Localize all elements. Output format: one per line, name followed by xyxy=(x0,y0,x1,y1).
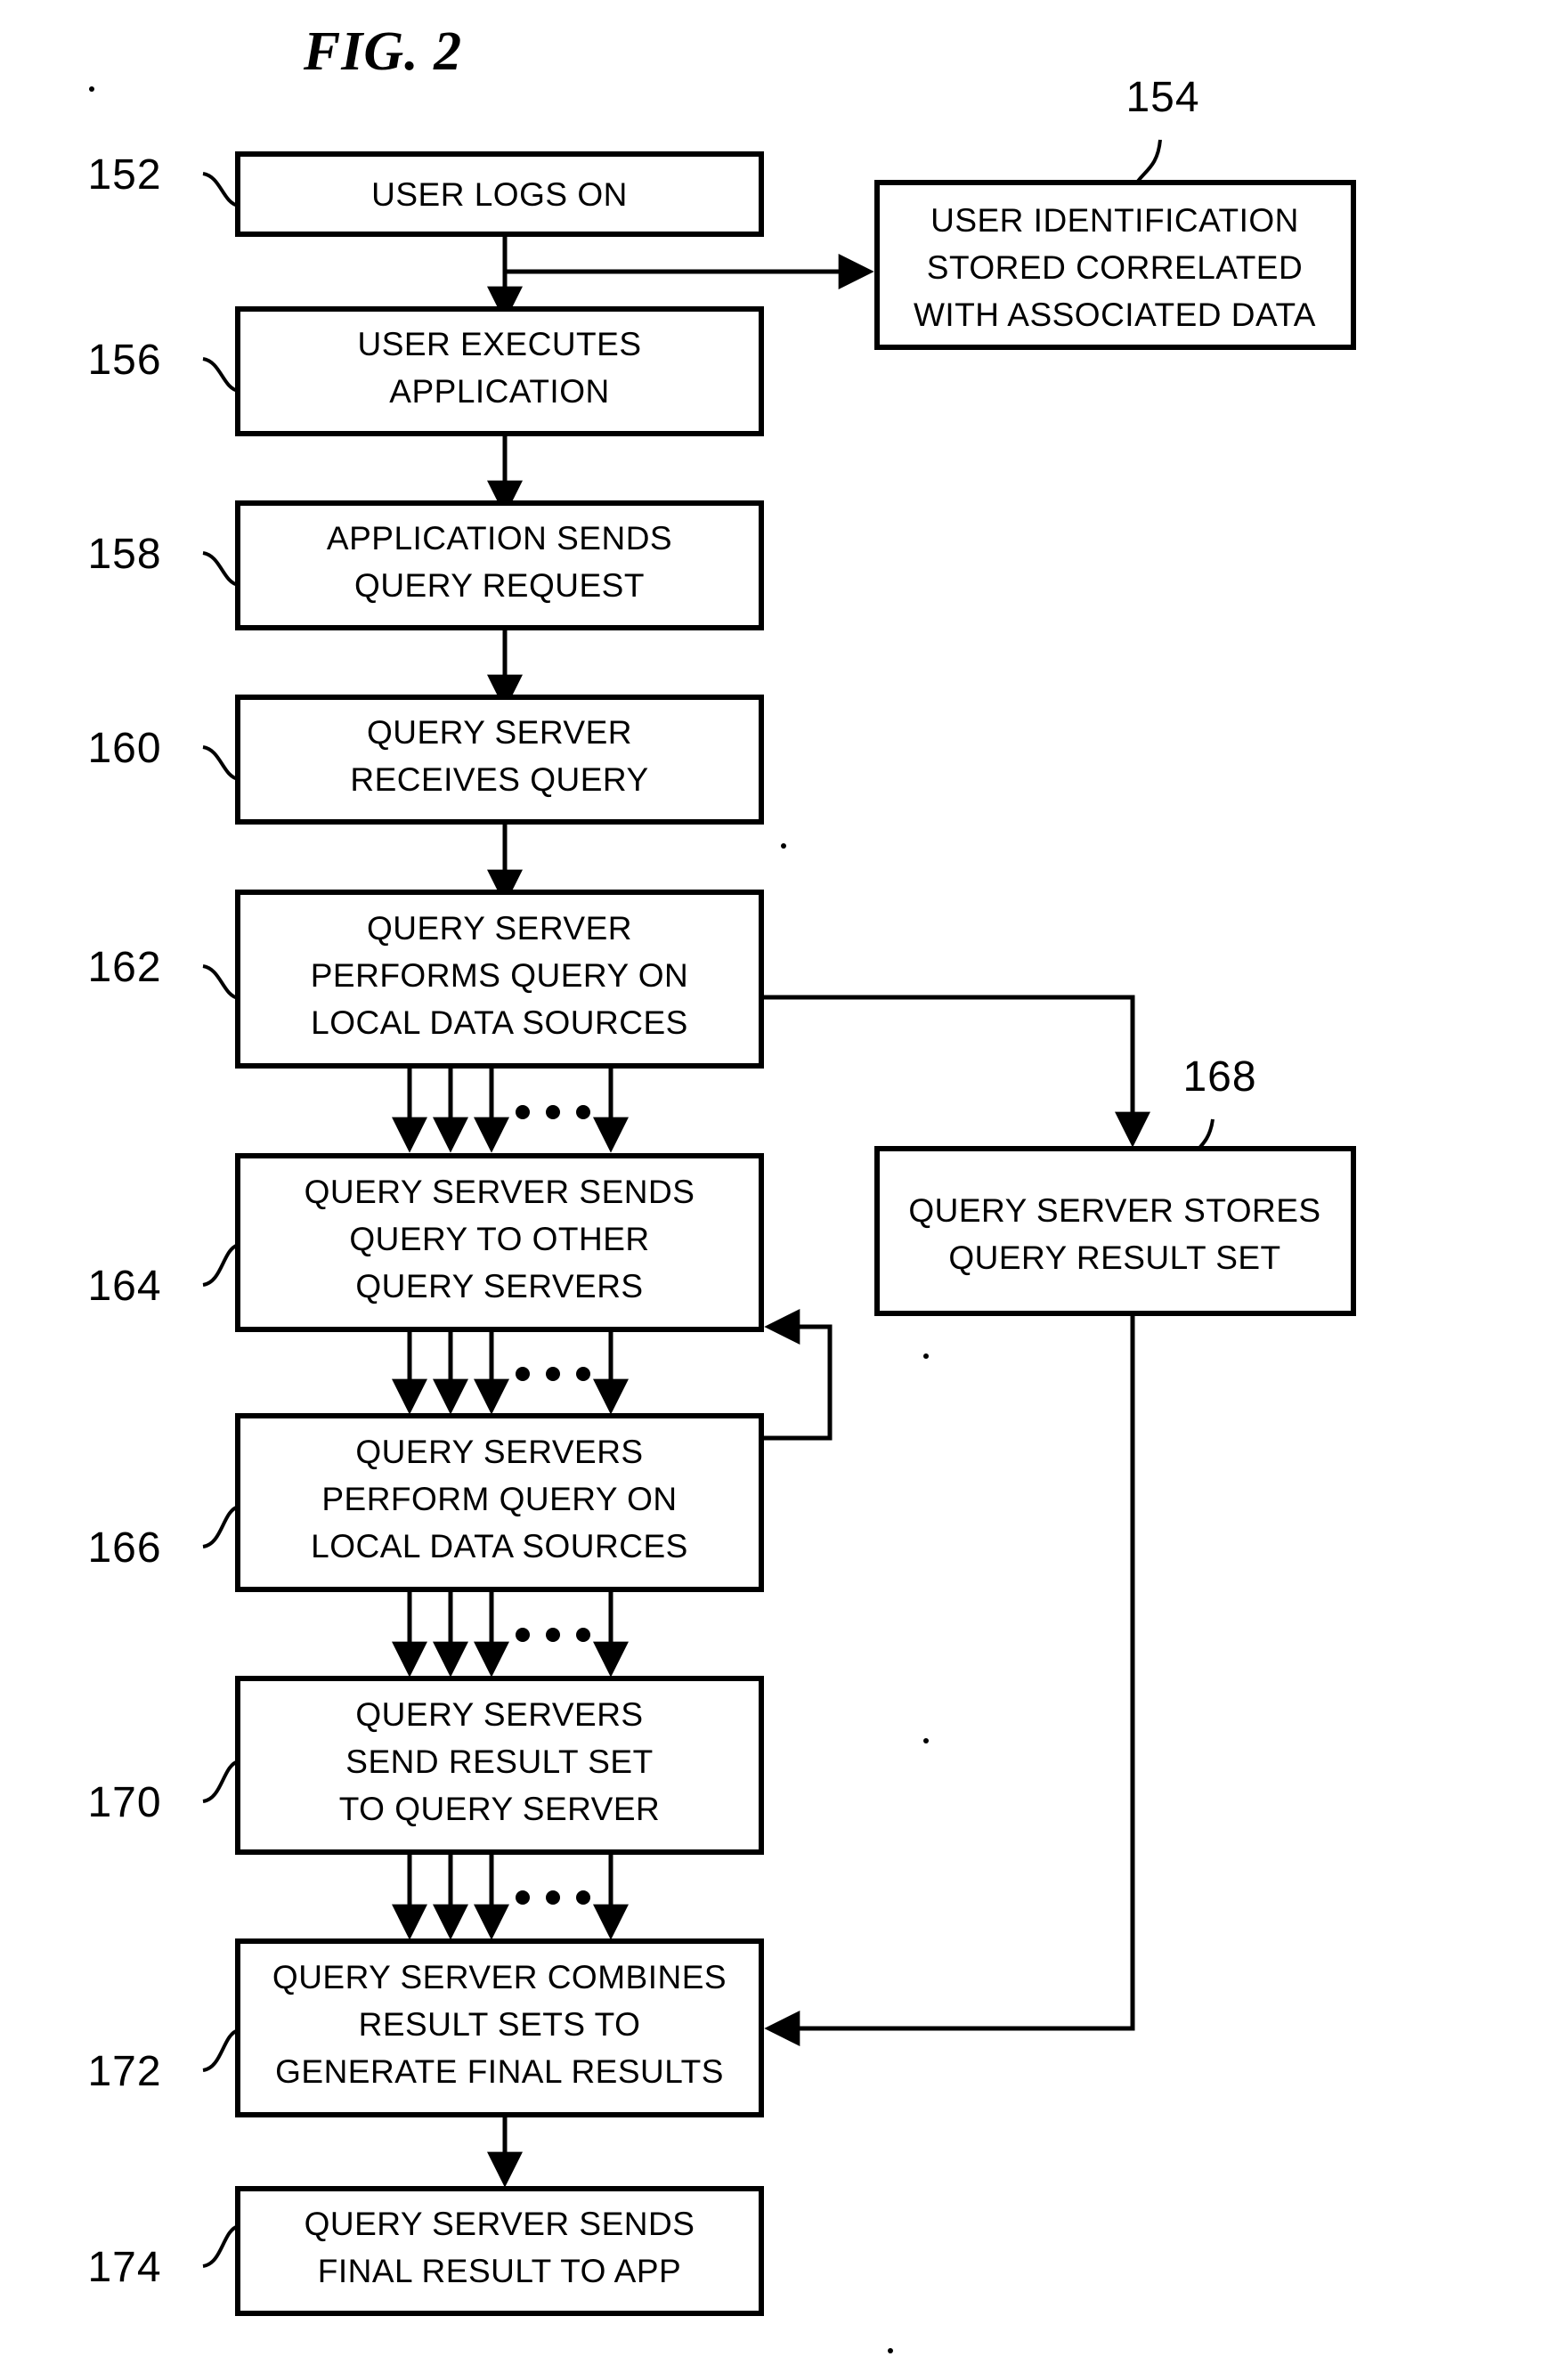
ref-number-172: 172 xyxy=(87,2048,161,2095)
leader-162 xyxy=(202,964,240,1000)
box-166-line-1: QUERY SERVERS xyxy=(355,1434,643,1470)
flow-box-152[interactable]: USER LOGS ON xyxy=(235,151,764,237)
box-160-line-1: QUERY SERVER xyxy=(367,714,632,751)
flow-box-164[interactable]: QUERY SERVER SENDS QUERY TO OTHER QUERY … xyxy=(235,1153,764,1332)
scan-speck xyxy=(781,843,786,849)
ref-number-154: 154 xyxy=(1125,74,1199,121)
multi-arrows-164-to-166 xyxy=(392,1329,629,1415)
flow-box-166[interactable]: QUERY SERVERS PERFORM QUERY ON LOCAL DAT… xyxy=(235,1413,764,1592)
flow-box-160[interactable]: QUERY SERVER RECEIVES QUERY xyxy=(235,695,764,825)
patent-figure-2: FIG. 2 USER LOGS ON 152 USER IDENTIFICAT… xyxy=(0,0,1568,2365)
box-156-line-1: USER EXECUTES xyxy=(357,326,641,362)
leader-172 xyxy=(202,2028,240,2072)
connector-162-to-168 xyxy=(761,995,1150,1148)
flow-box-174[interactable]: QUERY SERVER SENDS FINAL RESULT TO APP xyxy=(235,2186,764,2316)
ref-number-156: 156 xyxy=(87,337,161,384)
box-170-line-1: QUERY SERVERS xyxy=(355,1696,643,1733)
box-158-line-1: APPLICATION SENDS xyxy=(327,520,672,557)
ref-number-166: 166 xyxy=(87,1524,161,1572)
box-160-line-2: RECEIVES QUERY xyxy=(350,761,648,798)
box-168-line-2: QUERY RESULT SET xyxy=(948,1239,1280,1276)
leader-152 xyxy=(202,172,240,207)
box-162-line-2: PERFORMS QUERY ON xyxy=(311,957,688,994)
box-164-line-1: QUERY SERVER SENDS xyxy=(305,1174,695,1210)
ellipsis-dot xyxy=(546,1628,560,1642)
box-168-rect xyxy=(874,1146,1356,1316)
multi-arrows-162-to-164 xyxy=(392,1066,629,1153)
flow-box-154[interactable]: USER IDENTIFICATION STORED CORRELATED WI… xyxy=(874,180,1356,350)
leader-170 xyxy=(202,1760,240,1803)
box-172-line-1: QUERY SERVER COMBINES xyxy=(272,1959,727,1995)
ellipsis-dot xyxy=(516,1367,530,1381)
box-162-line-1: QUERY SERVER xyxy=(367,910,632,947)
box-174-line-1: QUERY SERVER SENDS xyxy=(305,2206,695,2242)
ellipsis-dot xyxy=(516,1890,530,1905)
ellipsis-dot xyxy=(516,1628,530,1642)
leader-156 xyxy=(202,357,240,393)
ref-number-160: 160 xyxy=(87,725,161,772)
box-152-line-1: USER LOGS ON xyxy=(371,176,628,213)
ref-number-152: 152 xyxy=(87,151,161,199)
ref-number-158: 158 xyxy=(87,531,161,578)
ref-number-168: 168 xyxy=(1182,1053,1256,1101)
connector-166-to-164-feedback xyxy=(761,1309,833,1441)
flow-box-168[interactable]: QUERY SERVER STORES QUERY RESULT SET xyxy=(874,1146,1356,1316)
ellipsis-dot xyxy=(576,1628,590,1642)
flow-box-156[interactable]: USER EXECUTES APPLICATION xyxy=(235,306,764,436)
leader-158 xyxy=(202,551,240,587)
scan-speck xyxy=(888,2348,893,2353)
ref-number-162: 162 xyxy=(87,944,161,991)
box-170-line-3: TO QUERY SERVER xyxy=(339,1791,661,1827)
leader-166 xyxy=(202,1505,240,1548)
flow-box-158[interactable]: APPLICATION SENDS QUERY REQUEST xyxy=(235,500,764,630)
flow-box-162[interactable]: QUERY SERVER PERFORMS QUERY ON LOCAL DAT… xyxy=(235,890,764,1069)
flow-box-172[interactable]: QUERY SERVER COMBINES RESULT SETS TO GEN… xyxy=(235,1938,764,2117)
multi-arrows-170-to-172 xyxy=(392,1852,629,1940)
box-164-line-2: QUERY TO OTHER xyxy=(349,1221,649,1257)
box-154-line-2: STORED CORRELATED xyxy=(927,249,1303,286)
leader-174 xyxy=(202,2224,240,2268)
ref-number-174: 174 xyxy=(87,2244,161,2291)
ellipsis-dot xyxy=(576,1105,590,1119)
ellipsis-dot xyxy=(546,1890,560,1905)
box-172-line-2: RESULT SETS TO xyxy=(359,2006,641,2043)
ellipsis-dot xyxy=(546,1105,560,1119)
scan-speck xyxy=(89,86,94,92)
box-166-line-3: LOCAL DATA SOURCES xyxy=(311,1528,688,1564)
scan-speck xyxy=(923,1353,929,1359)
box-162-line-3: LOCAL DATA SOURCES xyxy=(311,1004,688,1041)
box-170-line-2: SEND RESULT SET xyxy=(345,1743,653,1780)
ellipsis-dot xyxy=(576,1367,590,1381)
box-156-line-2: APPLICATION xyxy=(389,373,609,410)
ref-number-164: 164 xyxy=(87,1263,161,1310)
box-172-line-3: GENERATE FINAL RESULTS xyxy=(275,2053,724,2090)
box-154-line-1: USER IDENTIFICATION xyxy=(930,202,1299,239)
ellipsis-dot xyxy=(516,1105,530,1119)
flow-box-170[interactable]: QUERY SERVERS SEND RESULT SET TO QUERY S… xyxy=(235,1676,764,1855)
multi-arrows-166-to-170 xyxy=(392,1589,629,1678)
box-168-line-1: QUERY SERVER STORES xyxy=(908,1192,1320,1229)
ref-number-170: 170 xyxy=(87,1779,161,1826)
ellipsis-dot xyxy=(546,1367,560,1381)
box-154-line-3: WITH ASSOCIATED DATA xyxy=(914,297,1316,333)
leader-160 xyxy=(202,745,240,781)
box-158-line-2: QUERY REQUEST xyxy=(354,567,645,604)
box-174-line-2: FINAL RESULT TO APP xyxy=(318,2253,681,2289)
leader-164 xyxy=(202,1243,240,1287)
flowchart-canvas: FIG. 2 USER LOGS ON 152 USER IDENTIFICAT… xyxy=(87,21,1356,2353)
ellipsis-dot xyxy=(576,1890,590,1905)
scan-speck xyxy=(923,1738,929,1743)
connector-168-to-172 xyxy=(764,1313,1135,2046)
box-164-line-3: QUERY SERVERS xyxy=(355,1268,643,1304)
figure-title: FIG. 2 xyxy=(303,21,462,82)
box-166-line-2: PERFORM QUERY ON xyxy=(321,1481,677,1517)
